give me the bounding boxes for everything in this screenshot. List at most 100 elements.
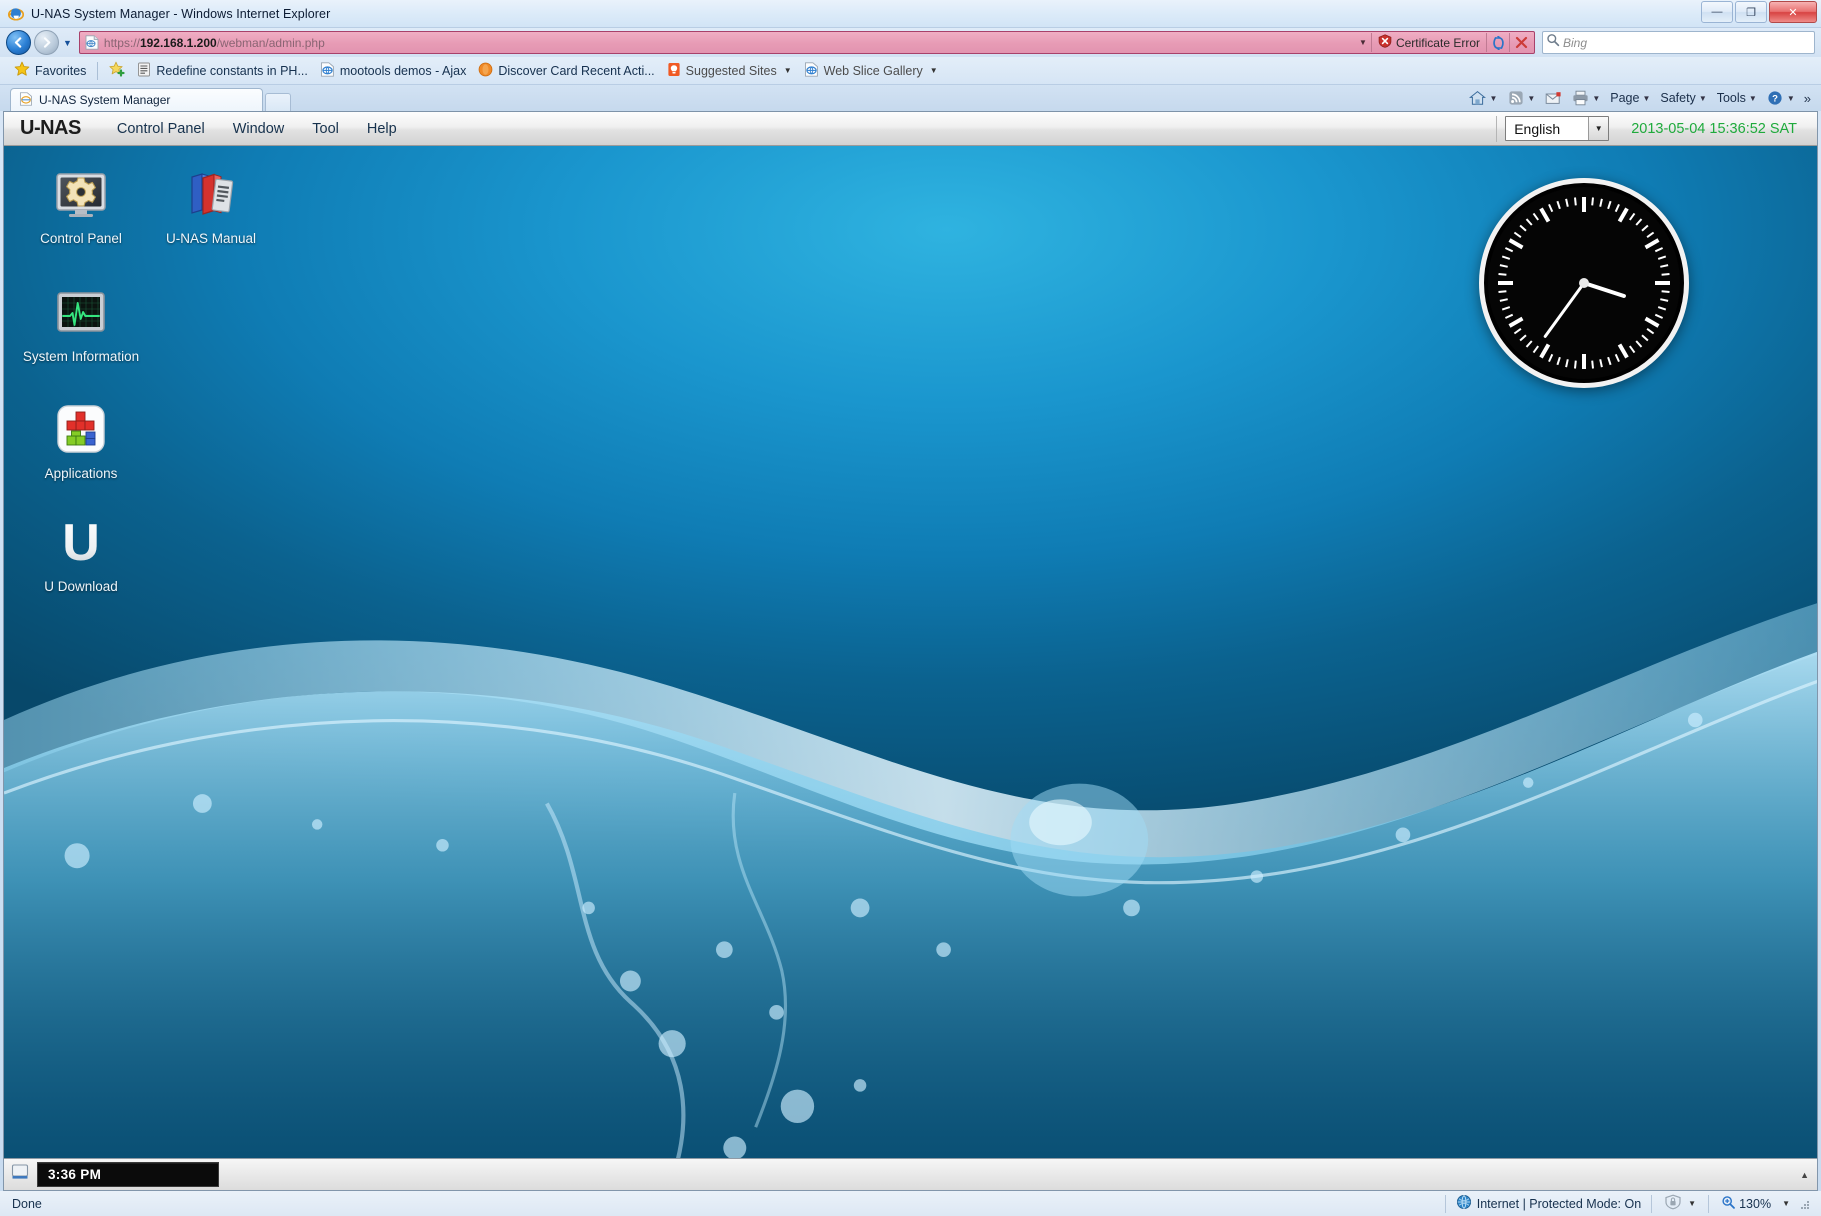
- system-information-icon: [53, 284, 109, 340]
- status-separator-3: [1708, 1194, 1710, 1213]
- maximize-button[interactable]: ❐: [1735, 1, 1767, 23]
- favorite-item-discover-card[interactable]: Discover Card Recent Acti...: [472, 60, 660, 82]
- search-icon: [1546, 33, 1560, 52]
- recent-pages-caret[interactable]: ▼: [63, 38, 72, 48]
- address-bar[interactable]: https://192.168.1.200/webman/admin.php ▼…: [78, 31, 1535, 54]
- page-menu-label: Page: [1610, 91, 1640, 105]
- window-controls: — ❐ ✕: [1701, 1, 1817, 23]
- tray-expand-icon[interactable]: ▲: [1800, 1170, 1809, 1180]
- taskbar-tray[interactable]: ▲: [1800, 1170, 1809, 1180]
- safety-menu-button[interactable]: Safety ▼: [1655, 87, 1711, 109]
- discover-icon: [478, 62, 493, 80]
- tools-menu-label: Tools: [1716, 91, 1746, 105]
- refresh-button[interactable]: [1487, 33, 1509, 52]
- desktop-icon-control-panel[interactable]: Control Panel: [16, 166, 146, 248]
- title-bar: U-NAS System Manager - Windows Internet …: [0, 0, 1821, 28]
- safety-menu-label: Safety: [1660, 91, 1696, 105]
- tab-unas-system-manager[interactable]: U-NAS System Manager: [10, 88, 263, 111]
- print-button[interactable]: ▼: [1567, 87, 1605, 109]
- read-mail-button[interactable]: [1540, 87, 1567, 109]
- command-bar-overflow-button[interactable]: »: [1800, 91, 1815, 106]
- svg-text:?: ?: [1772, 94, 1778, 105]
- taskbar-clock[interactable]: 3:36 PM: [37, 1162, 219, 1187]
- protected-mode-icon: [1664, 1194, 1682, 1213]
- protected-mode-button[interactable]: ▼: [1658, 1194, 1702, 1213]
- language-value: English: [1514, 120, 1561, 137]
- forward-button[interactable]: [34, 30, 59, 55]
- navigation-bar: ▼ https://192.168.1.200/webman/admin.php…: [0, 28, 1821, 57]
- chevron-down-icon[interactable]: ▼: [1749, 94, 1757, 103]
- address-url: https://192.168.1.200/webman/admin.php: [103, 35, 325, 50]
- page-menu-button[interactable]: Page ▼: [1605, 87, 1655, 109]
- favorites-button[interactable]: Favorites: [8, 59, 92, 82]
- tools-menu-button[interactable]: Tools ▼: [1712, 87, 1762, 109]
- desktop-icon-label: Applications: [44, 466, 118, 481]
- minimize-button[interactable]: —: [1701, 1, 1733, 23]
- favorite-item-mootools-demos[interactable]: mootools demos - Ajax: [314, 60, 472, 82]
- chevron-down-icon[interactable]: ▼: [1782, 1199, 1790, 1208]
- home-button[interactable]: ▼: [1464, 87, 1502, 109]
- desktop-icon-system-information[interactable]: System Information: [16, 284, 146, 366]
- language-select[interactable]: English ▼: [1505, 116, 1610, 141]
- menu-tool[interactable]: Tool: [298, 121, 353, 137]
- search-input[interactable]: Bing: [1563, 36, 1811, 50]
- read-mail-icon: [1545, 90, 1562, 107]
- certificate-error-label: Certificate Error: [1395, 35, 1480, 50]
- home-icon: [1469, 90, 1487, 107]
- favorite-item-redefine-constants[interactable]: Redefine constants in PH...: [131, 60, 313, 82]
- desktop-icon-applications[interactable]: Applications: [16, 401, 146, 483]
- internet-explorer-window: U-NAS System Manager - Windows Internet …: [0, 0, 1821, 1216]
- chevron-down-icon[interactable]: ▼: [1527, 94, 1535, 103]
- internet-explorer-icon: [8, 6, 24, 22]
- back-button[interactable]: [6, 30, 31, 55]
- security-zone-label: Internet | Protected Mode: On: [1476, 1196, 1642, 1211]
- favorite-item-label: Redefine constants in PH...: [156, 63, 308, 78]
- new-tab-button[interactable]: [265, 93, 291, 111]
- desktop-icon-u-download[interactable]: U U Download: [16, 514, 146, 596]
- favorite-item-web-slice-gallery[interactable]: Web Slice Gallery ▼: [798, 60, 944, 82]
- unas-menu-bar: U-NAS Control Panel Window Tool Help Eng…: [4, 112, 1817, 146]
- svg-text:U: U: [62, 515, 100, 569]
- favorite-item-suggested-sites[interactable]: Suggested Sites ▼: [661, 60, 798, 82]
- chevron-down-icon[interactable]: ▼: [1688, 1199, 1696, 1208]
- status-message: Done: [12, 1196, 42, 1211]
- chevron-down-icon[interactable]: ▼: [1642, 94, 1650, 103]
- zoom-control[interactable]: 130% ▼: [1715, 1195, 1817, 1213]
- certificate-error-button[interactable]: Certificate Error: [1372, 34, 1486, 51]
- chevron-down-icon[interactable]: ▼: [784, 66, 792, 75]
- menu-window[interactable]: Window: [219, 121, 299, 137]
- desktop-icon-unas-manual[interactable]: U-NAS Manual: [146, 166, 276, 248]
- unas-desktop[interactable]: Control Panel U-NAS Manual System Inform…: [4, 146, 1817, 1190]
- search-box[interactable]: Bing: [1542, 31, 1815, 54]
- chevron-down-icon[interactable]: ▼: [1588, 117, 1609, 140]
- resize-grip[interactable]: [1797, 1197, 1811, 1211]
- unas-taskbar: 3:36 PM ▲: [4, 1158, 1817, 1190]
- chevron-down-icon[interactable]: ▼: [1787, 94, 1795, 103]
- chevron-down-icon[interactable]: ▼: [1699, 94, 1707, 103]
- address-dropdown-caret[interactable]: ▼: [1355, 38, 1371, 47]
- chevron-down-icon[interactable]: ▼: [930, 66, 938, 75]
- menu-help[interactable]: Help: [353, 121, 411, 137]
- help-menu-button[interactable]: ? ▼: [1762, 87, 1800, 109]
- water-splash-background: [4, 603, 1817, 1190]
- feeds-button[interactable]: ▼: [1502, 87, 1540, 109]
- close-button[interactable]: ✕: [1769, 1, 1817, 23]
- chevron-down-icon[interactable]: ▼: [1489, 94, 1497, 103]
- add-favorite-button[interactable]: [103, 59, 131, 82]
- analog-clock-widget[interactable]: [1479, 178, 1689, 388]
- command-bar: ▼ ▼ ▼ Page ▼ Safety ▼ Tools ▼ ? ▼ »: [1464, 85, 1821, 111]
- help-icon: ?: [1767, 90, 1784, 107]
- ie-page-icon: [804, 61, 819, 80]
- stop-button[interactable]: [1510, 33, 1532, 52]
- control-panel-icon: [53, 166, 109, 222]
- page-content: U-NAS Control Panel Window Tool Help Eng…: [3, 111, 1818, 1191]
- menu-control-panel[interactable]: Control Panel: [103, 121, 219, 137]
- zoom-level-label: 130%: [1739, 1196, 1772, 1211]
- unas-menu-bar-right: English ▼ 2013-05-04 15:36:52 SAT: [1488, 112, 1817, 145]
- menu-separator: [1496, 115, 1498, 142]
- print-icon: [1572, 90, 1589, 107]
- chevron-down-icon[interactable]: ▼: [1592, 94, 1600, 103]
- favorite-item-label: Web Slice Gallery: [823, 63, 923, 78]
- security-zone[interactable]: Internet | Protected Mode: On: [1452, 1194, 1645, 1213]
- show-desktop-icon[interactable]: [10, 1162, 30, 1187]
